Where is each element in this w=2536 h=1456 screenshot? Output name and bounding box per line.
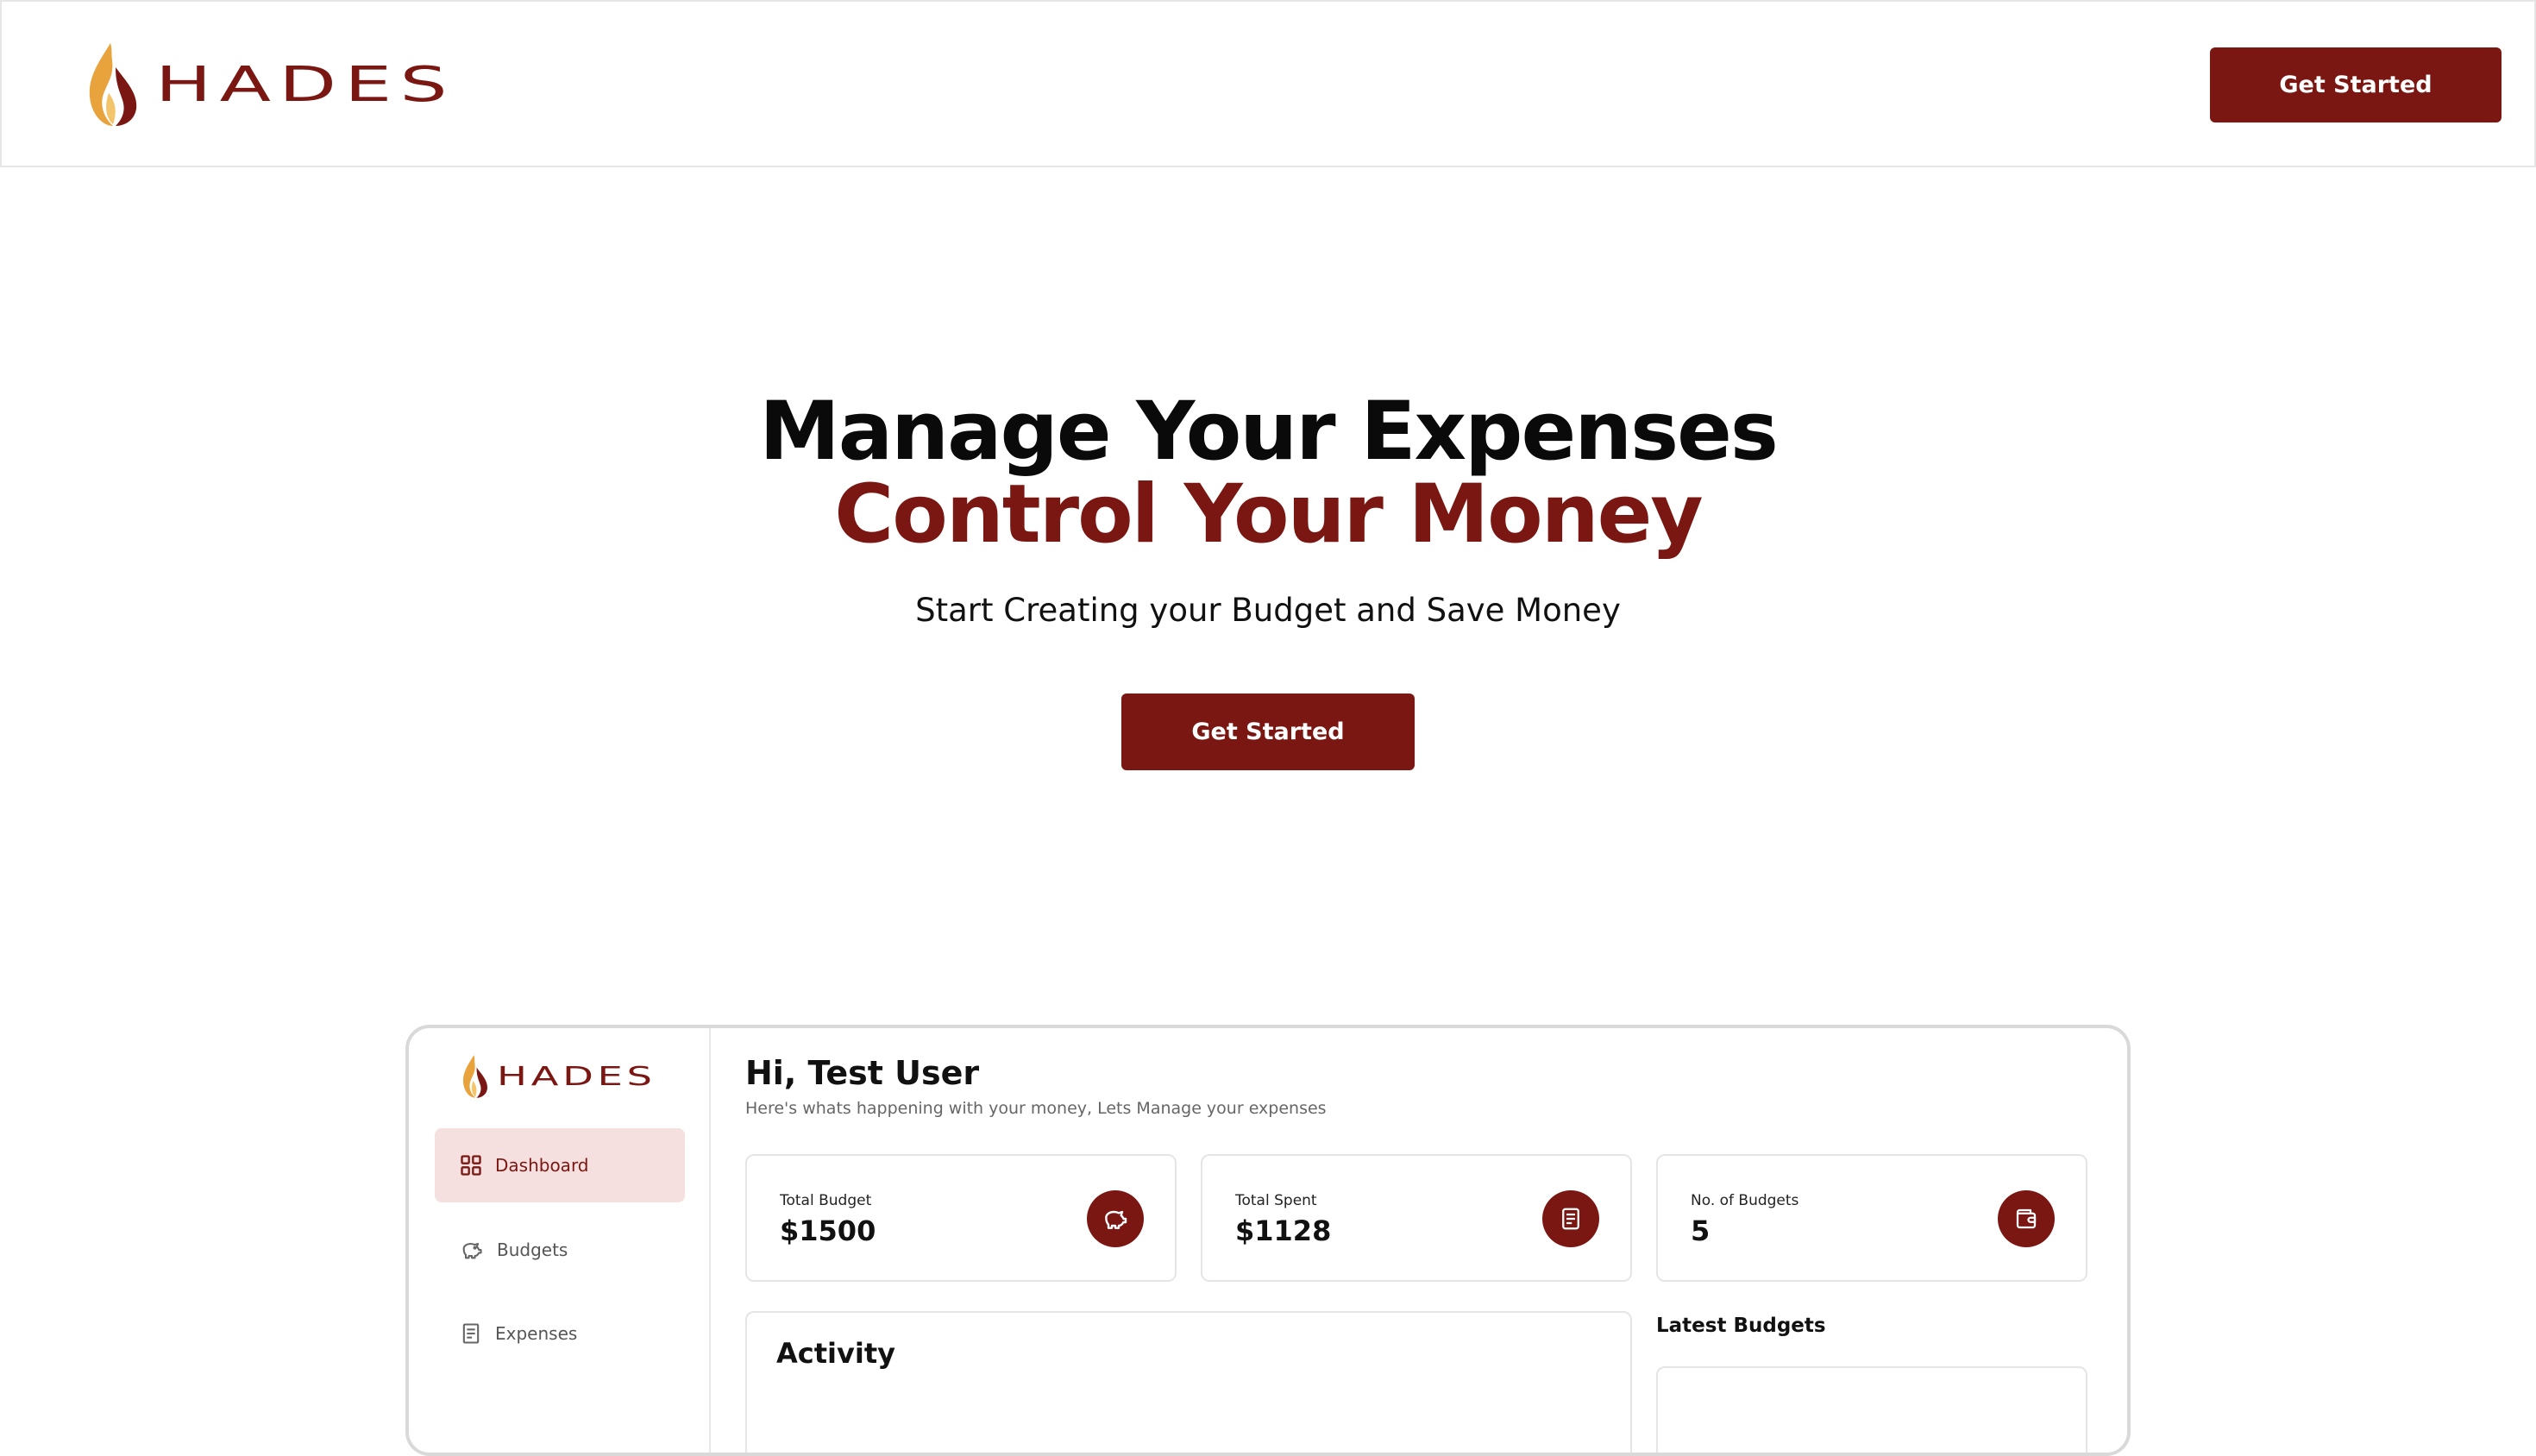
- greeting-title: Hi, Test User: [745, 1054, 980, 1092]
- sidebar: HADES Dashboard Budgets Expenses: [409, 1028, 711, 1453]
- hero-title: Manage Your Expenses: [759, 385, 1779, 479]
- activity-card: Activity: [745, 1311, 1632, 1453]
- stat-label: Total Spent: [1235, 1192, 1317, 1209]
- stat-value: 5: [1691, 1214, 1711, 1247]
- logo[interactable]: HADES: [85, 41, 448, 128]
- wallet-icon: [1998, 1190, 2055, 1247]
- stat-value: $1500: [780, 1214, 876, 1247]
- receipt-icon: [1542, 1190, 1599, 1247]
- stat-card-total-budget: Total Budget $1500: [745, 1154, 1177, 1282]
- hero-get-started-button[interactable]: Get Started: [1121, 693, 1415, 770]
- dashboard-main: Hi, Test User Here's whats happening wit…: [711, 1028, 2127, 1453]
- grid-icon: [459, 1153, 483, 1177]
- sidebar-item-budgets[interactable]: Budgets: [435, 1213, 685, 1287]
- dashboard-preview: HADES Dashboard Budgets Expenses Hi, Tes…: [405, 1025, 2131, 1456]
- logo-text: HADES: [155, 56, 455, 113]
- sidebar-item-label: Budgets: [497, 1239, 568, 1260]
- activity-title: Activity: [776, 1337, 895, 1370]
- sidebar-logo-text: HADES: [497, 1061, 656, 1092]
- stat-card-number-of-budgets: No. of Budgets 5: [1656, 1154, 2087, 1282]
- flame-icon: [462, 1055, 488, 1098]
- sidebar-item-label: Expenses: [495, 1323, 578, 1344]
- latest-budget-card[interactable]: [1656, 1366, 2087, 1453]
- greeting-subtitle: Here's whats happening with your money, …: [745, 1099, 1327, 1118]
- sidebar-logo: HADES: [461, 1054, 652, 1099]
- get-started-button[interactable]: Get Started: [2210, 47, 2501, 122]
- sidebar-item-dashboard[interactable]: Dashboard: [435, 1128, 685, 1202]
- flame-icon: [89, 43, 137, 126]
- stat-label: Total Budget: [780, 1192, 872, 1209]
- stat-label: No. of Budgets: [1691, 1192, 1799, 1209]
- hero-title-accent: Control Your Money: [834, 468, 1703, 562]
- sidebar-item-label: Dashboard: [495, 1155, 589, 1176]
- top-navbar: HADES Get Started: [0, 0, 2536, 167]
- stat-card-total-spent: Total Spent $1128: [1201, 1154, 1632, 1282]
- hero-subtitle: Start Creating your Budget and Save Mone…: [915, 592, 1621, 629]
- stat-value: $1128: [1235, 1214, 1332, 1247]
- latest-budgets-title: Latest Budgets: [1656, 1315, 1826, 1337]
- receipt-icon: [459, 1321, 483, 1346]
- sidebar-item-expenses[interactable]: Expenses: [435, 1296, 685, 1371]
- piggy-bank-icon: [459, 1238, 485, 1262]
- piggy-bank-icon: [1087, 1190, 1144, 1247]
